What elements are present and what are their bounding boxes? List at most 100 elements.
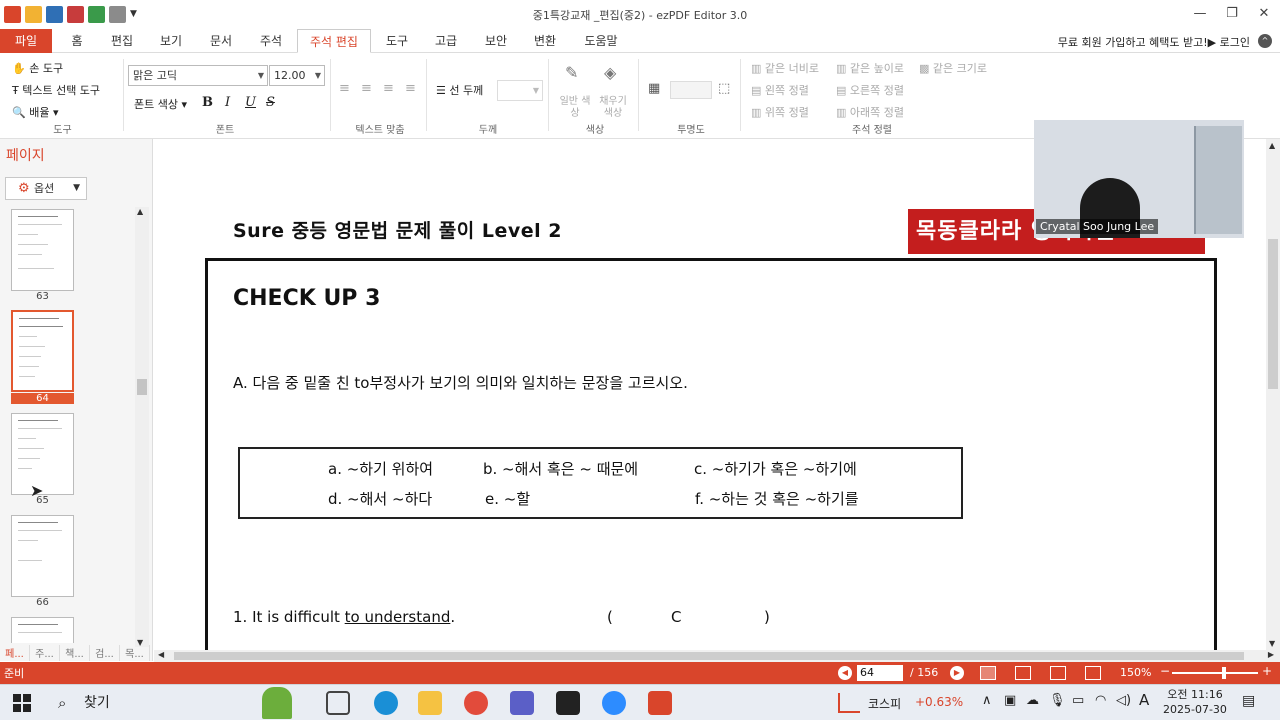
sidebar-tab-bookmarks[interactable]: 책... xyxy=(60,645,90,661)
align-right-icon[interactable]: ≡ xyxy=(383,81,394,96)
align-right-button[interactable]: ▤ 오른쪽 정렬 xyxy=(836,82,904,98)
bold-button[interactable]: B xyxy=(202,95,213,110)
ime-indicator[interactable]: A xyxy=(1139,691,1149,709)
opacity-picker-icon[interactable]: ⬚ xyxy=(718,81,730,96)
two-page-continuous-view-icon[interactable] xyxy=(1085,666,1101,680)
underline-button[interactable]: U xyxy=(245,95,256,110)
tab-security[interactable]: 보안 xyxy=(478,29,514,53)
windows-start-icon[interactable] xyxy=(13,694,31,712)
same-height-button[interactable]: ▥ 같은 높이로 xyxy=(836,60,904,76)
sticky-notes-icon[interactable] xyxy=(556,691,580,715)
page-thumbnail[interactable] xyxy=(11,617,74,643)
microphone-icon[interactable]: 🎙 xyxy=(1049,693,1066,708)
tab-home[interactable]: 홈 xyxy=(62,29,92,53)
minimize-button[interactable]: — xyxy=(1184,0,1216,28)
tab-tools[interactable]: 도구 xyxy=(379,29,415,53)
italic-button[interactable]: I xyxy=(225,95,230,110)
sidebar-tab-toc[interactable]: 목... xyxy=(120,645,150,661)
align-center-icon[interactable]: ≡ xyxy=(361,81,372,96)
task-view-icon[interactable] xyxy=(326,691,350,715)
options-button[interactable]: ⚙ 옵션 ▼ xyxy=(5,177,87,200)
document-scroll-thumb[interactable] xyxy=(1268,239,1278,389)
document-horizontal-scrollbar[interactable]: ◀ ▶ xyxy=(154,650,1280,662)
scroll-down-icon[interactable]: ▼ xyxy=(1269,639,1275,648)
teams-icon[interactable] xyxy=(510,691,534,715)
tray-app-icon[interactable]: ▣ xyxy=(1004,693,1016,708)
tab-view[interactable]: 보기 xyxy=(153,29,189,53)
sidebar-scroll-thumb[interactable] xyxy=(137,379,147,395)
horizontal-scroll-thumb[interactable] xyxy=(174,652,1244,660)
network-icon[interactable]: ▭ xyxy=(1072,693,1084,708)
opacity-slider[interactable] xyxy=(670,81,712,99)
prev-page-button[interactable]: ◀ xyxy=(838,666,852,680)
page-thumbnail-selected[interactable] xyxy=(11,310,74,392)
single-page-view-icon[interactable] xyxy=(980,666,996,680)
same-width-button[interactable]: ▥ 같은 너비로 xyxy=(751,60,819,76)
tray-expand-icon[interactable]: ∧ xyxy=(982,693,992,708)
tab-help[interactable]: 도움말 xyxy=(578,29,624,53)
answer-value[interactable]: C xyxy=(671,608,681,626)
sidebar-tab-annotations[interactable]: 주... xyxy=(30,645,60,661)
plant-widget-icon[interactable] xyxy=(262,687,292,719)
same-size-button[interactable]: ▩ 같은 크기로 xyxy=(919,60,987,76)
ezpdf-app-icon[interactable] xyxy=(648,691,672,715)
zoom-tool-button[interactable]: 🔍 배율 ▾ xyxy=(12,104,58,120)
zoom-slider[interactable] xyxy=(1172,672,1258,674)
align-justify-icon[interactable]: ≡ xyxy=(405,81,416,96)
sidebar-tab-search[interactable]: 검... xyxy=(90,645,120,661)
two-page-view-icon[interactable] xyxy=(1050,666,1066,680)
onedrive-icon[interactable]: ☁ xyxy=(1026,693,1039,708)
sidebar-tab-pages[interactable]: 페... xyxy=(0,645,30,661)
zoom-in-button[interactable]: + xyxy=(1262,664,1272,678)
kospi-label[interactable]: 코스피 xyxy=(868,695,901,712)
align-top-button[interactable]: ▥ 위쪽 정렬 xyxy=(751,104,809,120)
fill-color-button[interactable]: 채우기 색상 xyxy=(596,96,630,120)
signup-promo-link[interactable]: 무료 회원 가입하고 혜택도 받고!▶ 로그인 xyxy=(1058,34,1250,50)
thickness-select[interactable]: ▼ xyxy=(497,80,543,101)
chrome-icon[interactable] xyxy=(464,691,488,715)
tab-file[interactable]: 파일 xyxy=(0,29,52,53)
font-size-select[interactable]: 12.00 ▼ xyxy=(269,65,325,86)
page-thumbnail[interactable] xyxy=(11,209,74,291)
tab-edit[interactable]: 편집 xyxy=(105,29,139,53)
document-vertical-scrollbar[interactable]: ▲ ▼ xyxy=(1266,139,1280,650)
continuous-view-icon[interactable] xyxy=(1015,666,1031,680)
video-call-overlay[interactable]: Cryatal Soo Jung Lee xyxy=(1034,120,1244,238)
strikethrough-button[interactable]: S xyxy=(266,95,275,110)
next-page-button[interactable]: ▶ xyxy=(950,666,964,680)
scroll-up-icon[interactable]: ▲ xyxy=(137,207,143,216)
zoom-slider-knob[interactable] xyxy=(1222,667,1226,679)
wifi-icon[interactable]: ◠ xyxy=(1095,693,1106,708)
align-left-button[interactable]: ▤ 왼쪽 정렬 xyxy=(751,82,809,98)
normal-color-button[interactable]: 일반 색상 xyxy=(558,96,592,120)
tab-document[interactable]: 문서 xyxy=(203,29,239,53)
tab-annotation-edit[interactable]: 주석 편집 xyxy=(297,29,371,53)
scroll-right-icon[interactable]: ▶ xyxy=(1268,650,1274,659)
scroll-up-icon[interactable]: ▲ xyxy=(1269,141,1275,150)
page-thumbnail[interactable] xyxy=(11,515,74,597)
line-thickness-button[interactable]: ☰ 선 두께 xyxy=(436,82,483,98)
edge-icon[interactable] xyxy=(374,691,398,715)
system-clock[interactable]: 오전 11:16 2025-07-30 xyxy=(1163,687,1227,717)
text-select-tool-button[interactable]: Ŧ 텍스트 선택 도구 xyxy=(12,82,100,98)
zoom-app-icon[interactable] xyxy=(602,691,626,715)
font-color-button[interactable]: 폰트 색상 ▾ xyxy=(134,96,187,112)
restore-button[interactable]: ❐ xyxy=(1216,0,1248,28)
zoom-out-button[interactable]: − xyxy=(1160,664,1170,678)
scroll-left-icon[interactable]: ◀ xyxy=(158,650,164,659)
hand-tool-button[interactable]: ✋ 손 도구 xyxy=(12,60,63,76)
align-left-icon[interactable]: ≡ xyxy=(339,81,350,96)
tab-convert[interactable]: 변환 xyxy=(527,29,563,53)
page-number-input[interactable]: 64 xyxy=(857,665,903,681)
volume-icon[interactable]: ◁) xyxy=(1116,693,1131,708)
close-button[interactable]: ✕ xyxy=(1248,0,1280,28)
notification-icon[interactable]: ▤ xyxy=(1242,693,1255,709)
taskbar-search[interactable]: ⌕ 찾기 xyxy=(50,689,250,717)
sidebar-scrollbar[interactable]: ▲ ▼ xyxy=(135,207,149,647)
font-family-select[interactable]: 맑은 고딕 ▼ xyxy=(128,65,268,86)
collapse-ribbon-icon[interactable]: ^ xyxy=(1258,34,1272,48)
file-explorer-icon[interactable] xyxy=(418,691,442,715)
tab-advanced[interactable]: 고급 xyxy=(428,29,464,53)
align-bottom-button[interactable]: ▥ 아래쪽 정렬 xyxy=(836,104,904,120)
tab-annotation[interactable]: 주석 xyxy=(253,29,289,53)
